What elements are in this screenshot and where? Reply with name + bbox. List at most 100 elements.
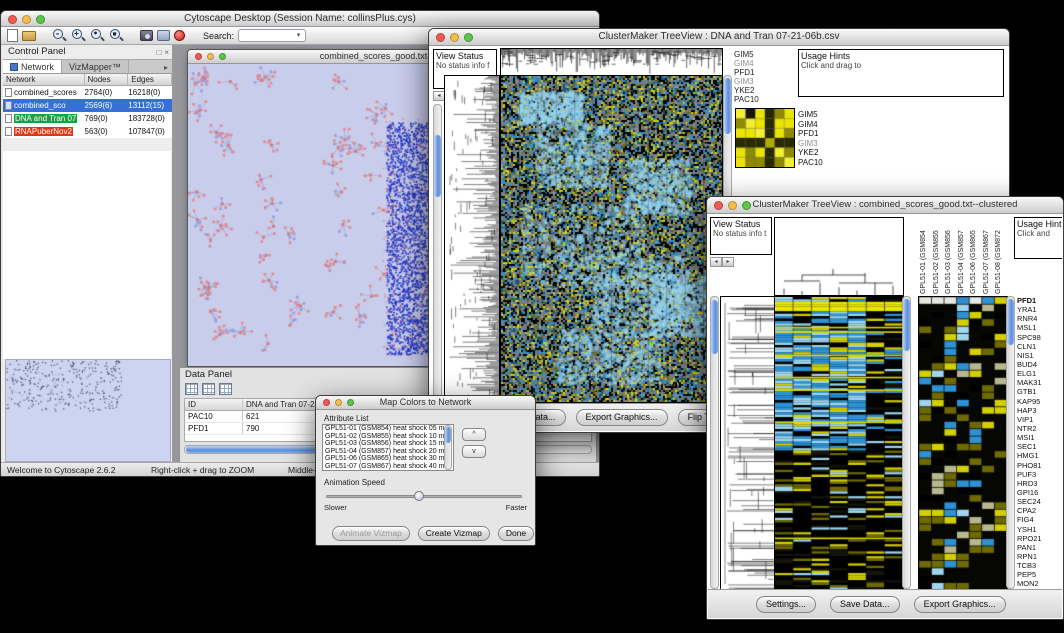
gene-label[interactable]: HAP3 (1017, 406, 1062, 415)
array-label[interactable]: GPL51-04 (GSM857 (956, 216, 969, 294)
attribute-item[interactable]: GPL51-01 (GSM854) heat shock 05 min (323, 425, 453, 433)
gene-label[interactable]: PAC10 (798, 158, 842, 168)
treeview2-titlebar[interactable]: ClusterMaker TreeView : combined_scores_… (707, 197, 1063, 214)
zoom-heatmap-canvas[interactable] (918, 296, 1008, 591)
gene-label[interactable]: GIM5 (798, 110, 842, 120)
gene-label[interactable]: RPO21 (1017, 534, 1062, 543)
zoom-button[interactable] (219, 53, 226, 60)
minimize-button[interactable] (207, 53, 214, 60)
gene-label[interactable]: GTB1 (1017, 387, 1062, 396)
listbox-vscrollbar[interactable] (444, 425, 452, 470)
gene-label[interactable]: HRD3 (1017, 479, 1062, 488)
DNA and Tran 07-button[interactable]: DNA and Tran 07 769(0) 183728(0) (3, 112, 172, 125)
gene-label[interactable]: GPI16 (1017, 488, 1062, 497)
attribute-item[interactable]: GPL51-03 (GSM856) heat shock 15 min (323, 440, 453, 448)
close-button[interactable] (323, 399, 330, 406)
array-label[interactable]: GPL51-03 (GSM856 (943, 216, 956, 294)
gene-label[interactable]: PFD1 (1017, 296, 1062, 305)
heatmap-vscrollbar[interactable] (902, 296, 911, 589)
scroll-left-icon[interactable]: ◂ (710, 257, 722, 267)
zoom-selected-icon[interactable]: • (90, 28, 105, 43)
tab-overflow-icon[interactable]: ▸ (160, 60, 172, 73)
animation-speed-slider[interactable] (326, 495, 522, 498)
minimize-button[interactable] (335, 399, 342, 406)
attribute-item[interactable]: GPL51-02 (GSM855) heat shock 10 min (323, 433, 453, 441)
minimize-button[interactable] (728, 201, 737, 210)
tab-vizmapper[interactable]: VizMapper™ (62, 60, 129, 73)
main-titlebar[interactable]: Cytoscape Desktop (Session Name: collins… (1, 11, 599, 27)
close-button[interactable] (8, 15, 17, 24)
column-dendrogram-canvas[interactable] (500, 48, 723, 76)
gene-label[interactable]: NIS1 (1017, 351, 1062, 360)
create-vizmap-button[interactable]: Create Vizmap (418, 526, 490, 541)
gene-label[interactable]: SEC1 (1017, 442, 1062, 451)
dendrogram-vscrollbar[interactable] (710, 296, 719, 589)
network-overview-canvas[interactable] (5, 359, 171, 462)
array-label[interactable]: GIM3 (734, 77, 792, 86)
move-down-button[interactable]: v (462, 445, 486, 458)
treeview1-titlebar[interactable]: ClusterMaker TreeView : DNA and Tran 07-… (429, 29, 1009, 46)
gene-label[interactable]: RPN1 (1017, 552, 1062, 561)
gene-label[interactable]: CLN1 (1017, 342, 1062, 351)
gene-label[interactable]: CPA2 (1017, 506, 1062, 515)
combined_scores-button[interactable]: combined_scores 2764(0) 16218(0) (3, 86, 172, 99)
attribute-item[interactable]: GPL51-08 (GSM868) heat shock 60 min (323, 470, 453, 471)
gene-label[interactable]: GIM3 (798, 139, 842, 149)
gene-label[interactable]: MSL1 (1017, 323, 1062, 332)
gene-label[interactable]: YSH1 (1017, 525, 1062, 534)
snapshot-icon[interactable] (140, 30, 153, 41)
gene-label[interactable]: KAP95 (1017, 397, 1062, 406)
gene-label[interactable]: FIG4 (1017, 515, 1062, 524)
array-label[interactable]: GIM4 (734, 59, 792, 68)
gene-label[interactable]: PUF3 (1017, 470, 1062, 479)
animate-vizmap-button[interactable]: Animate Vizmap (332, 526, 410, 541)
plugins-icon[interactable] (174, 30, 185, 41)
attribute-matrix-icon[interactable] (219, 383, 232, 395)
array-label[interactable]: GPL51-02 (GSM855 (931, 216, 944, 294)
zoom-button[interactable] (347, 399, 354, 406)
slider-thumb[interactable] (414, 491, 424, 501)
array-label[interactable]: GIM5 (734, 50, 792, 59)
gene-label[interactable]: HMG1 (1017, 451, 1062, 460)
array-label[interactable]: GPL51-08 (GSM872 (993, 216, 1006, 294)
row-dendrogram-canvas[interactable] (444, 75, 500, 403)
attribute-item[interactable]: GPL51-06 (GSM865) heat shock 30 min (323, 455, 453, 463)
minimize-button[interactable] (450, 33, 459, 42)
gene-label[interactable]: RNR4 (1017, 314, 1062, 323)
gene-label[interactable]: VIP1 (1017, 415, 1062, 424)
gene-label[interactable]: MON2 (1017, 579, 1062, 588)
gene-label[interactable]: PHO81 (1017, 461, 1062, 470)
zoom-vscrollbar[interactable] (1006, 296, 1015, 589)
search-input[interactable]: ▾ (238, 29, 306, 42)
scroll-right-icon[interactable]: ▸ (722, 257, 734, 267)
new-session-icon[interactable] (7, 29, 18, 42)
close-button[interactable] (195, 53, 202, 60)
zoom-matrix-canvas[interactable] (735, 108, 795, 168)
column-dendrogram-canvas[interactable] (774, 217, 904, 296)
gene-label[interactable]: PEP5 (1017, 570, 1062, 579)
scrollbar-thumb[interactable] (445, 427, 451, 443)
open-session-icon[interactable] (22, 31, 36, 41)
attribute-item[interactable]: GPL51-07 (GSM867) heat shock 40 min (323, 463, 453, 471)
export-graphics-button[interactable]: Export Graphics... (576, 409, 668, 426)
zoom-button[interactable] (36, 15, 45, 24)
global-heatmap-canvas[interactable] (774, 296, 904, 591)
scrollbar-thumb[interactable] (724, 78, 731, 134)
save-data-button[interactable]: Save Data... (830, 596, 900, 613)
zoom-out-icon[interactable]: - (52, 28, 67, 43)
float-panel-icon[interactable]: □ (156, 46, 161, 60)
gene-label[interactable]: YRA1 (1017, 305, 1062, 314)
scrollbar-thumb[interactable] (434, 135, 441, 197)
combined_sco-button[interactable]: combined_sco 2569(6) 13112(15) (3, 99, 172, 112)
create-attribute-icon[interactable] (202, 383, 215, 395)
close-button[interactable] (436, 33, 445, 42)
zoom-button[interactable] (464, 33, 473, 42)
close-panel-icon[interactable]: × (164, 46, 169, 60)
minimize-button[interactable] (22, 15, 31, 24)
gene-label[interactable]: PFD1 (798, 129, 842, 139)
close-button[interactable] (714, 201, 723, 210)
zoom-button[interactable] (742, 201, 751, 210)
settings-button[interactable]: Settings... (756, 596, 816, 613)
gene-label[interactable]: MSI1 (1017, 433, 1062, 442)
scrollbar-thumb[interactable] (711, 300, 718, 354)
